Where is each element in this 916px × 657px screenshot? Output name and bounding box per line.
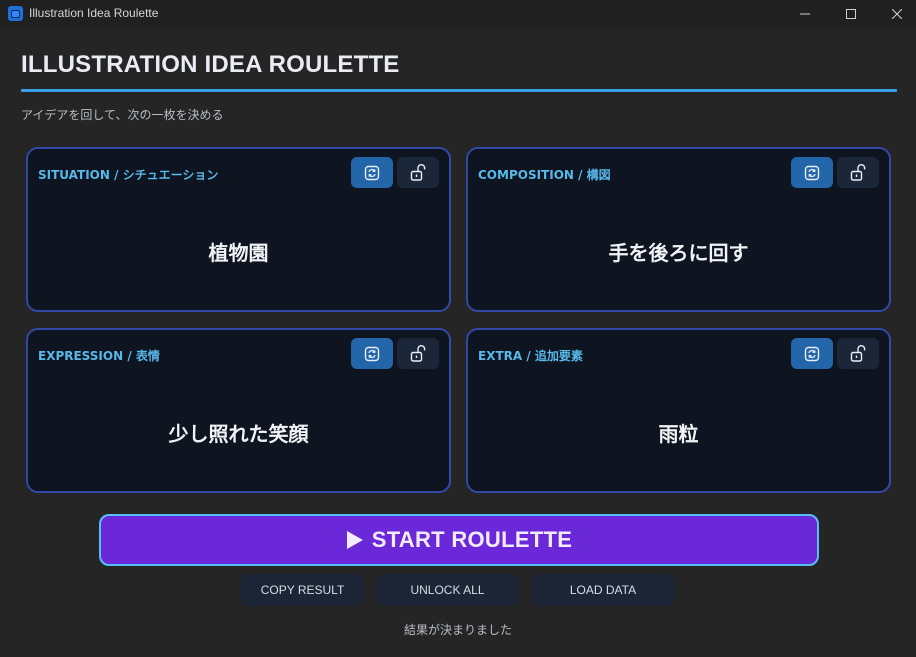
- card-value: 少し照れた笑顔: [168, 422, 309, 446]
- start-roulette-button[interactable]: START ROULETTE: [99, 514, 819, 566]
- unlock-all-button[interactable]: UNLOCK ALL: [376, 574, 519, 606]
- shuffle-icon: [804, 346, 820, 361]
- play-icon: [346, 531, 363, 549]
- card-expression: EXPRESSION / 表情 少し照れた笑顔: [26, 328, 451, 493]
- card-situation: SITUATION / シチュエーション 植物園: [26, 147, 451, 312]
- window-title: Illustration Idea Roulette: [29, 6, 159, 20]
- card-label: EXTRA / 追加要素: [478, 349, 583, 363]
- close-icon: [892, 9, 902, 19]
- status-text: 結果が決まりました: [403, 623, 512, 637]
- shuffle-icon: [364, 346, 380, 361]
- card-value: 雨粒: [658, 422, 699, 446]
- shuffle-button[interactable]: [791, 157, 833, 188]
- card-label: SITUATION / シチュエーション: [38, 168, 219, 182]
- lock-toggle-button[interactable]: [397, 338, 439, 369]
- maximize-icon: [846, 9, 856, 19]
- unlock-icon: [410, 163, 426, 181]
- lock-toggle-button[interactable]: [837, 338, 879, 369]
- shuffle-icon: [364, 165, 380, 180]
- app-icon: [8, 6, 23, 21]
- lock-toggle-button[interactable]: [397, 157, 439, 188]
- copy-result-button[interactable]: COPY RESULT: [241, 574, 364, 606]
- card-value: 植物園: [208, 241, 269, 265]
- card-composition: COMPOSITION / 構図 手を後ろに回す: [466, 147, 891, 312]
- title-bar[interactable]: Illustration Idea Roulette: [0, 0, 916, 28]
- minimize-button[interactable]: [782, 0, 828, 28]
- minimize-icon: [800, 13, 810, 15]
- card-label: EXPRESSION / 表情: [38, 349, 160, 363]
- unlock-icon: [410, 344, 426, 362]
- card-value: 手を後ろに回す: [608, 241, 749, 265]
- card-label: COMPOSITION / 構図: [478, 168, 611, 182]
- start-roulette-label: START ROULETTE: [371, 527, 573, 552]
- maximize-button[interactable]: [828, 0, 874, 28]
- shuffle-button[interactable]: [351, 338, 393, 369]
- unlock-icon: [850, 344, 866, 362]
- heading-divider: [21, 89, 897, 92]
- card-extra: EXTRA / 追加要素 雨粒: [466, 328, 891, 493]
- unlock-icon: [850, 163, 866, 181]
- load-data-button[interactable]: LOAD DATA: [531, 574, 675, 606]
- shuffle-icon: [804, 165, 820, 180]
- page-title: ILLUSTRATION IDEA ROULETTE: [21, 51, 400, 78]
- lock-toggle-button[interactable]: [837, 157, 879, 188]
- page-subtitle: アイデアを回して、次の一枚を決める: [21, 108, 224, 122]
- close-button[interactable]: [874, 0, 916, 28]
- shuffle-button[interactable]: [351, 157, 393, 188]
- shuffle-button[interactable]: [791, 338, 833, 369]
